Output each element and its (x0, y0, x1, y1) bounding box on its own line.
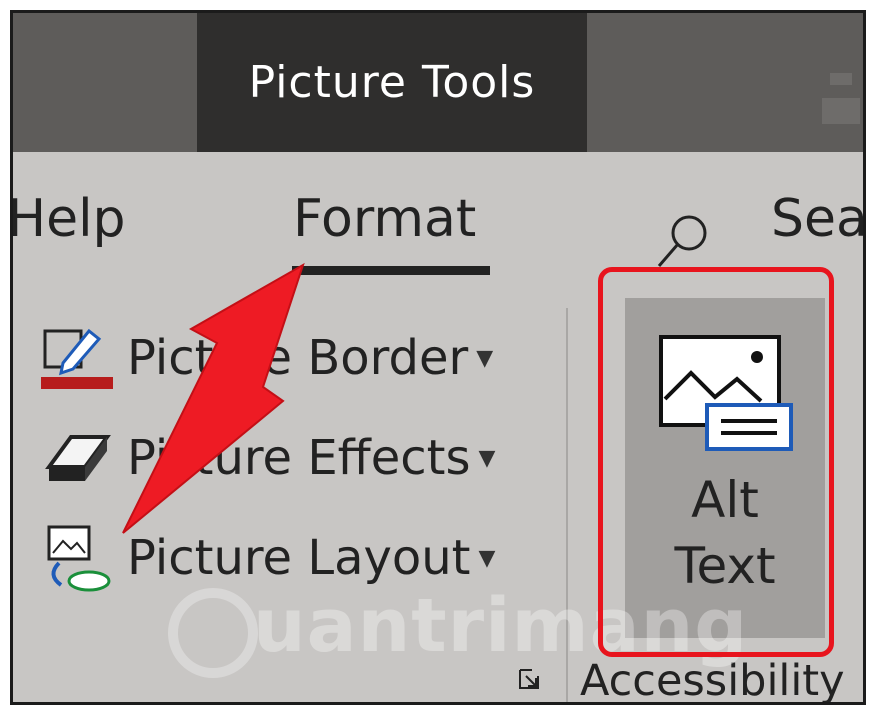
title-bar: Picture Tools (13, 13, 863, 152)
picture-layout-label: Picture Layout (127, 530, 471, 586)
eraser-effects-icon (41, 423, 113, 493)
ribbon-screenshot: Picture Tools Help Format Sear Picture B… (10, 10, 866, 705)
alt-text-label-line1: Alt (691, 471, 759, 529)
layout-smartart-icon (41, 523, 113, 593)
alt-text-image-icon (659, 335, 793, 451)
watermark-logo (168, 588, 258, 678)
alt-text-button[interactable]: Alt Text (625, 298, 825, 638)
search-icon[interactable] (653, 211, 713, 271)
picture-effects-button[interactable]: Picture Effects ▼ (41, 423, 495, 493)
selected-tab-indicator (292, 266, 490, 275)
alt-text-label-line2: Text (674, 537, 776, 595)
pen-border-icon (41, 323, 113, 393)
contextual-tab-label: Picture Tools (248, 57, 536, 108)
accessibility-group-label: Accessibility (580, 656, 845, 705)
title-bar-icon (822, 73, 860, 124)
search-box-label[interactable]: Sear (771, 193, 863, 245)
group-separator (566, 308, 568, 702)
picture-tools-contextual-tab: Picture Tools (197, 13, 587, 152)
tab-format[interactable]: Format (293, 193, 476, 245)
chevron-down-icon[interactable]: ▼ (479, 546, 496, 571)
picture-effects-label: Picture Effects (127, 430, 471, 486)
picture-border-label: Picture Border (127, 330, 469, 386)
dialog-launcher-icon[interactable] (518, 668, 540, 690)
picture-layout-button[interactable]: Picture Layout ▼ (41, 523, 495, 593)
tab-help[interactable]: Help (13, 193, 126, 245)
chevron-down-icon[interactable]: ▼ (476, 346, 493, 371)
picture-border-button[interactable]: Picture Border ▼ (41, 323, 493, 393)
chevron-down-icon[interactable]: ▼ (478, 446, 495, 471)
